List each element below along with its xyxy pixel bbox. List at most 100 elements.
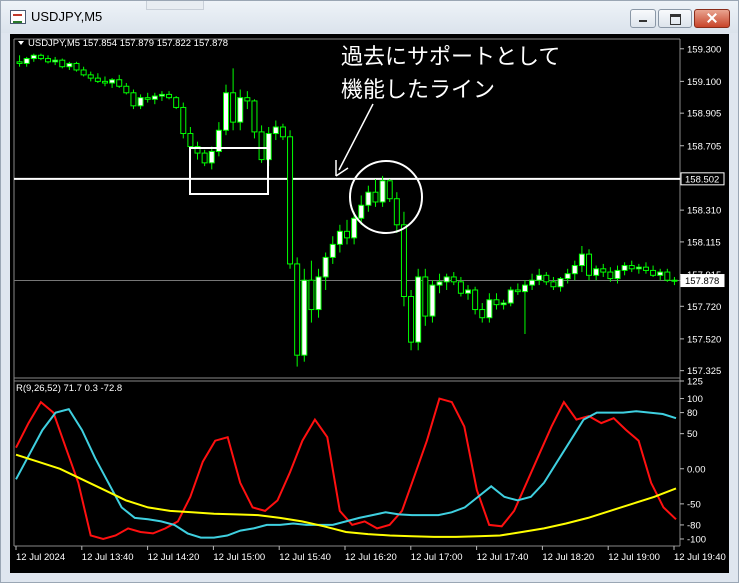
price-tick-label: 157.720	[687, 302, 721, 313]
candle-body	[208, 150, 215, 164]
oscillator-tick-label: 50	[687, 429, 698, 440]
ma-yellow-series-line	[15, 453, 677, 538]
candle-body	[586, 253, 593, 276]
candle-body	[365, 191, 372, 206]
candle-body	[650, 269, 657, 276]
price-tick-label: 158.310	[687, 206, 721, 217]
oscillator-label: R(9,26,52) 71.7 0.3 -72.8	[16, 383, 122, 394]
candle-body	[358, 204, 365, 219]
time-tick-label: 12 Jul 16:20	[345, 552, 397, 563]
candle-body	[158, 93, 165, 97]
symbol-ohlc-label: USDJPY,M5 157.854 157.879 157.822 157.87…	[28, 38, 228, 49]
time-tick-label: 12 Jul 2024	[16, 552, 65, 563]
candle-body	[144, 97, 151, 100]
candle-body	[201, 152, 208, 164]
background-window-tab[interactable]	[146, 1, 204, 10]
time-tick-label: 12 Jul 17:00	[411, 552, 463, 563]
candle-body	[308, 279, 315, 311]
candle-body	[450, 276, 457, 283]
time-tick-label: 12 Jul 18:20	[542, 552, 594, 563]
candle-body	[87, 74, 94, 79]
annotation-text-line2: 機能したライン	[341, 77, 495, 102]
candle-body	[465, 289, 472, 294]
candle-body	[16, 61, 23, 64]
candle-body	[322, 256, 329, 278]
candle-body	[543, 274, 550, 283]
chart-svg[interactable]: 159.300 159.100 158.905 158.705 158.502 158.3…	[10, 34, 729, 573]
candle-body	[578, 253, 585, 267]
candle-body	[151, 95, 158, 100]
candle-body	[173, 97, 180, 108]
candle-body	[443, 276, 450, 283]
price-tick-label: 159.300	[687, 44, 721, 55]
candle-body	[37, 54, 44, 60]
candle-body	[379, 180, 386, 203]
oscillator-tick-label: 80	[687, 408, 698, 419]
candle-body	[642, 266, 649, 271]
candle-body	[664, 271, 671, 281]
window-titlebar[interactable]: USDJPY,M5	[1, 1, 738, 33]
candle-body	[386, 180, 393, 200]
candle-body	[329, 243, 336, 258]
candle-body	[507, 289, 514, 304]
candle-body	[109, 79, 116, 84]
ma-red-series-line	[15, 397, 677, 541]
candle-body	[272, 126, 279, 135]
candle-body	[429, 284, 436, 317]
candle-body	[557, 278, 564, 288]
candle-body	[23, 58, 30, 64]
annotation-arrow-head	[335, 160, 349, 177]
candle-body	[222, 92, 229, 131]
candle-body	[187, 133, 194, 148]
oscillator-tick-label: 125	[687, 377, 703, 388]
time-tick-label: 12 Jul 15:00	[213, 552, 265, 563]
time-tick-label: 12 Jul 13:40	[82, 552, 134, 563]
candle-body	[500, 302, 507, 306]
candle-body	[130, 92, 137, 107]
candle-body	[258, 131, 265, 161]
close-button[interactable]	[694, 9, 730, 28]
candle-body	[408, 296, 415, 343]
oscillator-tick-label: 0.00	[687, 464, 706, 475]
candle-body	[59, 59, 66, 68]
candle-body	[621, 265, 628, 271]
candle-body	[45, 58, 52, 63]
candle-body	[80, 69, 87, 76]
time-tick-label: 12 Jul 15:40	[279, 552, 331, 563]
chart-area[interactable]: 159.300 159.100 158.905 158.705 158.502 158.3…	[10, 34, 729, 573]
candle-body	[315, 276, 322, 311]
candle-body	[237, 97, 244, 123]
candle-body	[344, 230, 350, 239]
oscillator-tick-label: -50	[687, 499, 701, 510]
candle-body	[671, 279, 678, 282]
candle-body	[73, 62, 80, 71]
candle-body	[493, 299, 500, 306]
chart-window-icon	[10, 10, 26, 24]
price-tick-label: 158.705	[687, 141, 721, 152]
window-title: USDJPY,M5	[31, 9, 103, 24]
price-tick-label: 157.520	[687, 334, 721, 345]
candle-body	[415, 276, 422, 343]
minimize-button[interactable]	[630, 9, 656, 28]
candle-body	[521, 284, 528, 293]
candle-body	[137, 97, 144, 107]
candle-body	[166, 93, 173, 99]
candle-body	[294, 263, 301, 356]
symbol-dropdown-icon[interactable]	[18, 41, 24, 45]
candle-body	[230, 92, 237, 123]
maximize-button[interactable]	[658, 9, 692, 28]
time-tick-label: 12 Jul 17:40	[477, 552, 529, 563]
candle-body	[279, 126, 286, 138]
candle-body	[628, 265, 635, 270]
candle-body	[607, 271, 614, 280]
candle-body	[244, 97, 251, 102]
candle-body	[30, 54, 37, 60]
candle-body	[486, 299, 493, 319]
candle-body	[52, 59, 59, 63]
candle-body	[351, 217, 358, 239]
oscillator-tick-label: -100	[687, 534, 706, 545]
candle-body	[514, 289, 521, 293]
candle-body	[550, 281, 557, 288]
candle-body	[94, 77, 101, 82]
candle-body	[393, 198, 400, 226]
